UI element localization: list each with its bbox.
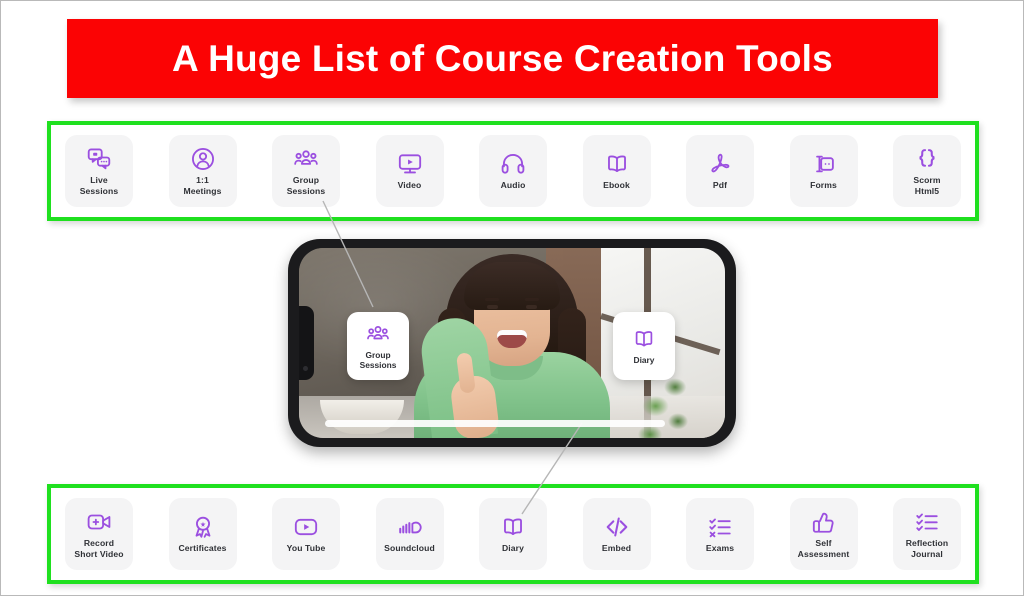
- home-indicator-bar: [325, 420, 665, 427]
- tool-tile-label: Record Short Video: [74, 538, 124, 559]
- floating-card-group-sessions[interactable]: Group Sessions: [347, 312, 409, 380]
- tool-tile-label: Exams: [705, 543, 735, 554]
- tool-tile-label: You Tube: [286, 543, 326, 554]
- tool-tile-audio-headphones[interactable]: Audio: [479, 135, 547, 207]
- tool-tile-label: Forms: [810, 180, 837, 191]
- tool-tile-label: Reflection Journal: [905, 538, 949, 559]
- tool-tile-label: Scorm Html5: [913, 175, 941, 196]
- tool-tile-diary-open-book[interactable]: Diary: [479, 498, 547, 570]
- eyebrow-right: [525, 298, 539, 301]
- eye-left: [487, 305, 498, 309]
- tool-tile-label: Audio: [500, 180, 526, 191]
- exams-checklist-icon: [707, 514, 733, 540]
- soundcloud-icon: [397, 514, 423, 540]
- tool-tile-label: Diary: [502, 543, 524, 554]
- record-short-video-icon: [86, 509, 112, 535]
- infographic-page: A Huge List of Course Creation Tools Liv…: [0, 0, 1024, 596]
- forms-input-icon: [811, 151, 837, 177]
- bottom-tool-row: Record Short Video Certificates You Tube So…: [47, 484, 979, 584]
- tool-tile-label: Live Sessions: [79, 175, 119, 196]
- tool-tile-label: Embed: [601, 543, 632, 554]
- diary-open-book-icon: [500, 514, 526, 540]
- tool-tile-label: Video: [397, 180, 422, 191]
- youtube-play-icon: [293, 514, 319, 540]
- audio-headphones-icon: [500, 151, 526, 177]
- tool-tile-scorm-html5-braces[interactable]: Scorm Html5: [893, 135, 961, 207]
- tool-tile-embed-code[interactable]: Embed: [582, 498, 651, 570]
- top-tool-strip: Live Sessions 1:1 Meetings Group Sessions V…: [51, 125, 975, 217]
- floating-card-label: Group Sessions: [359, 350, 397, 370]
- tool-tile-label: Group Sessions: [286, 175, 326, 196]
- live-sessions-icon: [86, 146, 112, 172]
- tool-tile-label: Soundcloud: [384, 543, 435, 554]
- pdf-icon: [707, 151, 733, 177]
- tool-tile-label: Certificates: [178, 543, 227, 554]
- tool-tile-video[interactable]: Video: [375, 135, 444, 207]
- top-tool-row: Live Sessions 1:1 Meetings Group Sessions V…: [47, 121, 979, 221]
- tool-tile-one-to-one-meetings[interactable]: 1:1 Meetings: [168, 135, 237, 207]
- tool-tile-live-sessions[interactable]: Live Sessions: [65, 135, 133, 207]
- title-banner: A Huge List of Course Creation Tools: [67, 19, 938, 98]
- thumbs-up-icon: [811, 509, 837, 535]
- page-title: A Huge List of Course Creation Tools: [172, 37, 833, 79]
- eye-right: [526, 305, 537, 309]
- reflection-journal-checklist-icon: [914, 509, 940, 535]
- embed-code-icon: [604, 514, 630, 540]
- tool-tile-exams-checklist[interactable]: Exams: [686, 498, 754, 570]
- phone-mockup: Group Sessions Diary: [288, 239, 736, 447]
- diary-open-book-icon: [632, 327, 656, 351]
- tool-tile-forms-input[interactable]: Forms: [789, 135, 858, 207]
- ebook-open-book-icon: [604, 151, 630, 177]
- tool-tile-youtube-play[interactable]: You Tube: [272, 498, 340, 570]
- tool-tile-thumbs-up[interactable]: Self Assessment: [789, 498, 858, 570]
- one-to-one-meetings-icon: [190, 146, 216, 172]
- tool-tile-pdf[interactable]: Pdf: [686, 135, 754, 207]
- phone-notch: [299, 306, 314, 380]
- tool-tile-group-sessions[interactable]: Group Sessions: [272, 135, 340, 207]
- eyebrow-left: [485, 298, 499, 301]
- tool-tile-soundcloud[interactable]: Soundcloud: [375, 498, 444, 570]
- floating-card-label: Diary: [633, 355, 655, 365]
- tool-tile-ebook-open-book[interactable]: Ebook: [582, 135, 651, 207]
- phone-screen: Group Sessions Diary: [299, 248, 725, 438]
- tool-tile-reflection-journal-checklist[interactable]: Reflection Journal: [893, 498, 961, 570]
- floating-card-diary[interactable]: Diary: [613, 312, 675, 380]
- hair-front: [464, 262, 560, 310]
- scorm-html5-braces-icon: [914, 146, 940, 172]
- video-icon: [397, 151, 423, 177]
- front-camera-dot: [303, 366, 308, 371]
- tool-tile-label: 1:1 Meetings: [183, 175, 222, 196]
- tool-tile-record-short-video[interactable]: Record Short Video: [65, 498, 133, 570]
- tool-tile-label: Ebook: [603, 180, 630, 191]
- group-sessions-icon: [293, 146, 319, 172]
- tool-tile-certificate-award[interactable]: Certificates: [168, 498, 237, 570]
- group-sessions-icon: [366, 322, 390, 346]
- bottom-tool-strip: Record Short Video Certificates You Tube So…: [51, 488, 975, 580]
- tool-tile-label: Pdf: [712, 180, 728, 191]
- tool-tile-label: Self Assessment: [797, 538, 850, 559]
- person-on-call: [407, 248, 617, 438]
- certificate-award-icon: [190, 514, 216, 540]
